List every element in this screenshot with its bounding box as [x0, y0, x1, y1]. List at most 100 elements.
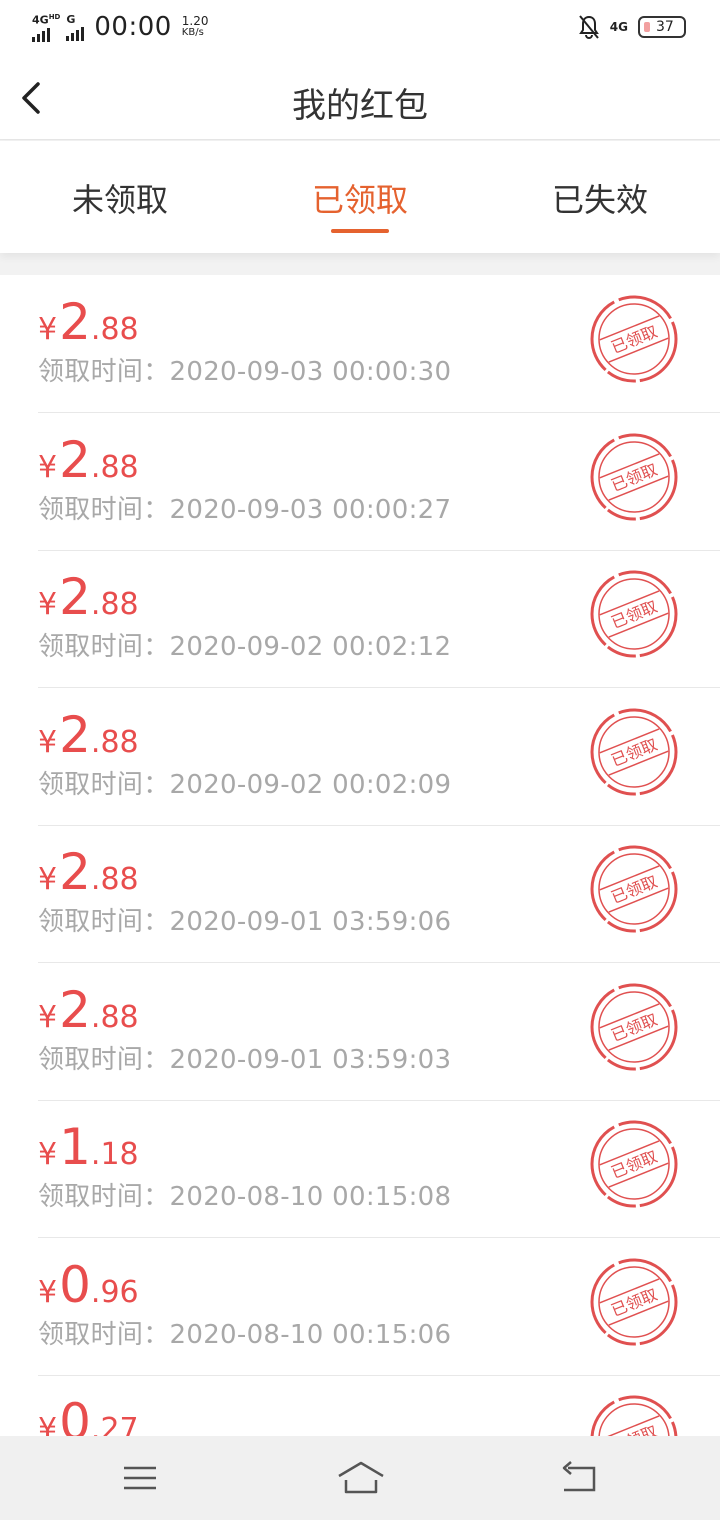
received-time: 领取时间：2020-08-10 00:15:06	[38, 1314, 451, 1351]
currency-symbol: ¥	[38, 1000, 58, 1035]
home-button[interactable]	[336, 1458, 386, 1498]
amount-integer: 2	[59, 843, 91, 901]
tab-bar: 未领取 已领取 已失效	[0, 141, 720, 253]
currency-symbol: ¥	[38, 725, 58, 760]
claimed-stamp-icon: 已领取	[588, 1393, 680, 1436]
amount: ¥2.88	[38, 983, 139, 1037]
amount-decimal: .88	[90, 725, 139, 760]
claimed-stamp-icon: 已领取	[588, 981, 680, 1073]
received-time-label: 领取时间：	[38, 1045, 170, 1075]
network-4g-hd: 4GHD	[32, 12, 60, 42]
received-time-label: 领取时间：	[38, 495, 170, 525]
amount-integer: 2	[59, 981, 91, 1039]
amount-decimal: .88	[90, 312, 139, 347]
currency-symbol: ¥	[38, 1137, 58, 1172]
list-item[interactable]: ¥1.18 领取时间：2020-08-10 00:15:08 已领取	[0, 1100, 720, 1238]
amount-decimal: .88	[90, 862, 139, 897]
currency-symbol: ¥	[38, 1275, 58, 1310]
list-item[interactable]: ¥2.88 领取时间：2020-09-01 03:59:06 已领取	[0, 825, 720, 963]
claimed-stamp-icon: 已领取	[588, 568, 680, 660]
received-time: 领取时间：2020-09-03 00:00:30	[38, 351, 451, 388]
amount-decimal: .88	[90, 450, 139, 485]
currency-symbol: ¥	[38, 862, 58, 897]
network-speed: 1.20 KB/s	[181, 14, 209, 38]
menu-icon	[124, 1466, 156, 1490]
tab-unclaimed[interactable]: 未领取	[0, 175, 240, 221]
amount-integer: 0	[59, 1256, 91, 1314]
received-time: 领取时间：2020-09-02 00:02:09	[38, 764, 451, 801]
amount-integer: 2	[59, 706, 91, 764]
currency-symbol: ¥	[38, 312, 58, 347]
currency-symbol: ¥	[38, 450, 58, 485]
received-time: 领取时间：2020-09-03 00:00:27	[38, 489, 451, 526]
received-time: 领取时间：2020-08-10 00:15:08	[38, 1176, 451, 1213]
received-time-value: 2020-09-02 00:02:09	[169, 770, 452, 800]
battery-icon: 37	[638, 16, 686, 38]
home-icon	[338, 1461, 384, 1494]
received-time: 领取时间：2020-09-01 03:59:03	[38, 1039, 451, 1076]
received-time-label: 领取时间：	[38, 770, 170, 800]
currency-symbol: ¥	[38, 1412, 58, 1436]
amount-integer: 2	[59, 293, 91, 351]
network-4g-indicator: 4G	[609, 20, 628, 34]
received-time-value: 2020-09-03 00:00:27	[169, 495, 452, 525]
amount: ¥2.88	[38, 708, 139, 762]
list-item[interactable]: ¥0.27 已领取	[0, 1375, 720, 1436]
received-time-value: 2020-08-10 00:15:08	[169, 1182, 452, 1212]
received-time-label: 领取时间：	[38, 1320, 170, 1350]
received-time-label: 领取时间：	[38, 632, 170, 662]
list-item[interactable]: ¥2.88 领取时间：2020-09-01 03:59:03 已领取	[0, 963, 720, 1101]
amount: ¥2.88	[38, 845, 139, 899]
amount-decimal: .96	[90, 1275, 139, 1310]
amount: ¥2.88	[38, 570, 139, 624]
network-g: G	[66, 14, 85, 41]
amount-integer: 2	[59, 431, 91, 489]
amount: ¥0.96	[38, 1258, 139, 1312]
list-item[interactable]: ¥2.88 领取时间：2020-09-03 00:00:30 已领取	[0, 275, 720, 413]
list-item[interactable]: ¥2.88 领取时间：2020-09-03 00:00:27 已领取	[0, 413, 720, 551]
amount-integer: 1	[59, 1118, 91, 1176]
amount-integer: 0	[59, 1393, 91, 1436]
claimed-stamp-icon: 已领取	[588, 1256, 680, 1348]
header: 我的红包	[0, 58, 720, 140]
tab-expired[interactable]: 已失效	[480, 175, 720, 221]
menu-button[interactable]	[118, 1458, 162, 1498]
active-tab-indicator	[331, 229, 389, 233]
received-time-value: 2020-09-02 00:02:12	[169, 632, 452, 662]
amount-decimal: .27	[90, 1412, 139, 1436]
status-left: 4GHD G 00:00 1.20 KB/s	[32, 12, 209, 42]
received-time: 领取时间：2020-09-02 00:02:12	[38, 626, 451, 663]
tab-claimed[interactable]: 已领取	[240, 175, 480, 221]
amount-decimal: .18	[90, 1137, 139, 1172]
status-right: 4G 37	[578, 14, 686, 40]
claimed-stamp-icon: 已领取	[588, 843, 680, 935]
currency-symbol: ¥	[38, 587, 58, 622]
amount: ¥1.18	[38, 1120, 139, 1174]
claimed-stamp-icon: 已领取	[588, 706, 680, 798]
red-packet-list: ¥2.88 领取时间：2020-09-03 00:00:30 已领取 ¥2.88 领取时…	[0, 275, 720, 1436]
return-button[interactable]	[558, 1458, 602, 1498]
bell-muted-icon	[578, 14, 600, 40]
amount-decimal: .88	[90, 587, 139, 622]
signal-bars-icon	[66, 26, 85, 41]
amount: ¥2.88	[38, 433, 139, 487]
received-time-value: 2020-09-01 03:59:06	[169, 907, 452, 937]
received-time-label: 领取时间：	[38, 907, 170, 937]
page-title: 我的红包	[292, 86, 428, 126]
received-time-value: 2020-09-03 00:00:30	[169, 357, 452, 387]
amount-integer: 2	[59, 568, 91, 626]
list-item[interactable]: ¥0.96 领取时间：2020-08-10 00:15:06 已领取	[0, 1238, 720, 1376]
received-time-value: 2020-09-01 03:59:03	[169, 1045, 452, 1075]
clock: 00:00	[94, 12, 172, 42]
received-time-label: 领取时间：	[38, 357, 170, 387]
claimed-stamp-icon: 已领取	[588, 1118, 680, 1210]
received-time: 领取时间：2020-09-01 03:59:06	[38, 901, 451, 938]
signal-bars-icon	[32, 27, 50, 42]
received-time-label: 领取时间：	[38, 1182, 170, 1212]
list-item[interactable]: ¥2.88 领取时间：2020-09-02 00:02:12 已领取	[0, 550, 720, 688]
claimed-stamp-icon: 已领取	[588, 431, 680, 523]
return-icon	[562, 1461, 596, 1492]
status-bar: 4GHD G 00:00 1.20 KB/s 4G 37	[0, 0, 720, 58]
list-item[interactable]: ¥2.88 领取时间：2020-09-02 00:02:09 已领取	[0, 688, 720, 826]
amount: ¥2.88	[38, 295, 139, 349]
